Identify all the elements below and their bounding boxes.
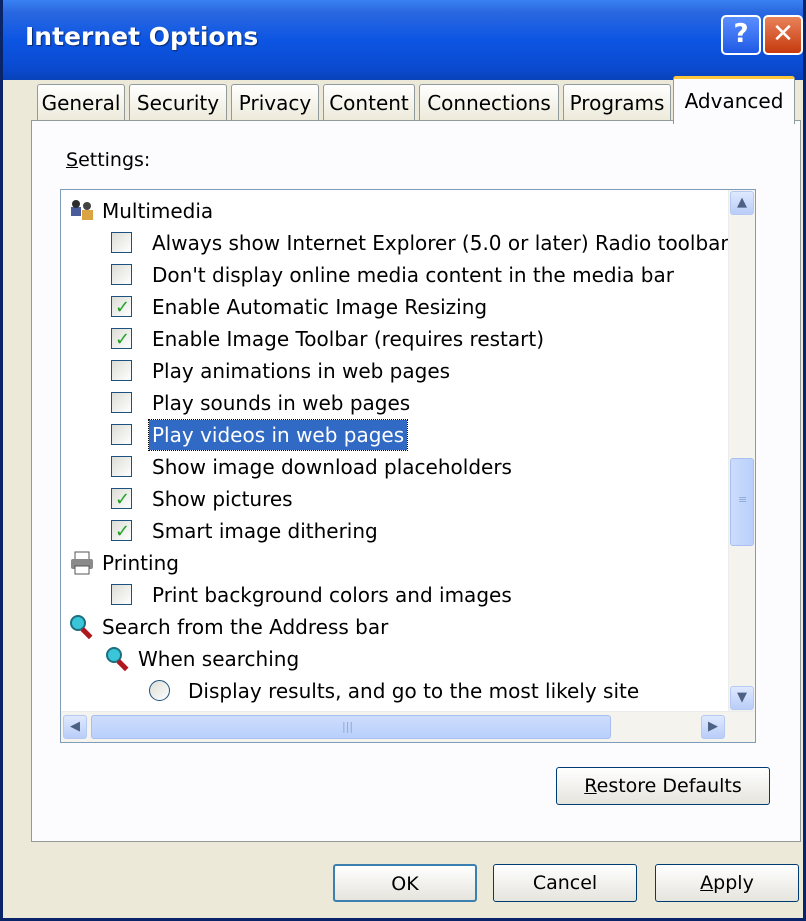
- grip-icon: ≡: [738, 493, 748, 506]
- list-item[interactable]: Don't display online media content in th…: [111, 260, 731, 290]
- scroll-up-button[interactable]: ▲: [730, 191, 754, 215]
- tab-content[interactable]: Content: [323, 84, 415, 122]
- checkbox-checked[interactable]: ✓: [111, 488, 132, 510]
- group-search: Search from the Address bar: [69, 612, 669, 642]
- list-item[interactable]: ✓ Show pictures: [111, 484, 731, 514]
- list-item[interactable]: ✓ Enable Image Toolbar (requires restart…: [111, 324, 731, 354]
- checkbox[interactable]: [111, 360, 132, 381]
- checkbox-checked[interactable]: ✓: [111, 520, 132, 542]
- settings-tree-list[interactable]: Multimedia Always show Internet Explorer…: [60, 189, 756, 743]
- scroll-left-button[interactable]: ◀: [63, 715, 87, 739]
- horizontal-scroll-thumb[interactable]: |||: [91, 715, 611, 739]
- magnifier-icon: [106, 647, 129, 672]
- title-bar[interactable]: Internet Options ? ✕: [3, 0, 803, 80]
- cancel-button[interactable]: Cancel: [493, 864, 637, 902]
- checkbox[interactable]: [111, 392, 132, 413]
- list-item[interactable]: Print background colors and images: [111, 580, 731, 610]
- checkbox-checked[interactable]: ✓: [111, 328, 132, 350]
- list-item[interactable]: Show image download placeholders: [111, 452, 731, 482]
- checkbox[interactable]: [111, 264, 132, 285]
- checkbox-checked[interactable]: ✓: [111, 296, 132, 318]
- apply-button[interactable]: Apply: [655, 864, 799, 902]
- tab-programs[interactable]: Programs: [563, 84, 671, 122]
- vertical-scroll-thumb[interactable]: ≡: [730, 458, 754, 546]
- subgroup-when-searching: When searching: [105, 644, 705, 674]
- tab-privacy[interactable]: Privacy: [231, 84, 319, 122]
- check-icon: ✓: [115, 297, 131, 318]
- check-icon: ✓: [115, 329, 131, 350]
- radio-button[interactable]: [149, 680, 170, 701]
- scroll-down-button[interactable]: ▼: [730, 686, 754, 710]
- printer-icon: [71, 551, 93, 575]
- group-printing: Printing: [69, 548, 669, 578]
- settings-label: Settings:: [66, 149, 151, 171]
- check-icon: ✓: [115, 521, 131, 542]
- checkbox[interactable]: [111, 584, 132, 605]
- list-item[interactable]: Play animations in web pages: [111, 356, 731, 386]
- tab-advanced[interactable]: Advanced: [673, 76, 795, 124]
- list-item-selected[interactable]: Play videos in web pages: [111, 419, 731, 451]
- advanced-tab-panel: Settings: Multimedia Always show Interne…: [31, 120, 801, 842]
- list-item[interactable]: Display results, and go to the most like…: [149, 676, 729, 706]
- magnifier-icon: [70, 615, 93, 640]
- tab-general[interactable]: General: [37, 84, 125, 122]
- internet-options-dialog: Internet Options ? ✕ General Security Pr…: [0, 0, 806, 921]
- ok-button[interactable]: OK: [333, 864, 477, 902]
- tab-security[interactable]: Security: [129, 84, 227, 122]
- checkbox[interactable]: [111, 232, 132, 253]
- checkbox[interactable]: [111, 424, 132, 445]
- list-item[interactable]: ✓ Enable Automatic Image Resizing: [111, 292, 731, 322]
- checkbox[interactable]: [111, 456, 132, 477]
- list-item[interactable]: Play sounds in web pages: [111, 388, 731, 418]
- horizontal-scrollbar[interactable]: ◀ ||| ▶: [61, 711, 755, 742]
- list-item[interactable]: Always show Internet Explorer (5.0 or la…: [111, 228, 731, 258]
- window-title: Internet Options: [25, 22, 259, 51]
- close-button[interactable]: ✕: [763, 15, 803, 55]
- check-icon: ✓: [115, 489, 131, 510]
- multimedia-icon: [71, 200, 93, 220]
- help-button[interactable]: ?: [721, 15, 761, 55]
- scroll-right-button[interactable]: ▶: [701, 715, 725, 739]
- group-multimedia: Multimedia: [69, 196, 669, 226]
- grip-icon: |||: [342, 720, 354, 733]
- restore-defaults-button[interactable]: Restore Defaults: [556, 767, 770, 805]
- list-item[interactable]: ✓ Smart image dithering: [111, 516, 731, 546]
- vertical-scrollbar[interactable]: ▲ ≡ ▼: [728, 190, 755, 712]
- tab-connections[interactable]: Connections: [419, 84, 559, 122]
